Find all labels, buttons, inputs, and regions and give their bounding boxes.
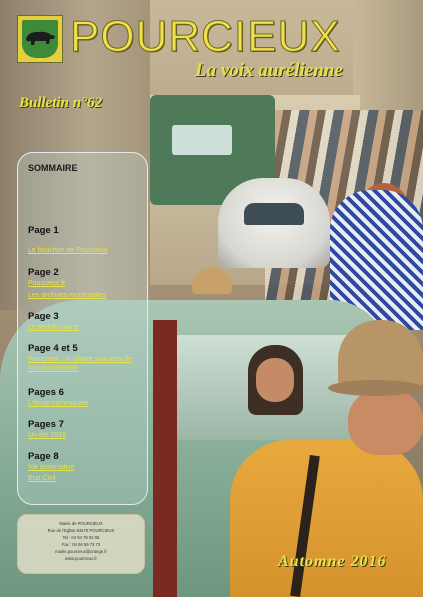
white-car-window — [244, 203, 304, 225]
table-of-contents: SOMMAIRE Page 1 Le bouchon de Pourcieux … — [17, 152, 148, 505]
white-car — [218, 178, 330, 268]
toc-entry: Page 1 Le bouchon de Pourcieux — [28, 225, 146, 255]
toc-page-label: Page 1 — [28, 225, 59, 236]
toc-page-label: Pages 6 — [28, 387, 64, 398]
contact-line: Fax : 04 94 59 73 73 — [61, 542, 101, 547]
toc-entry: Page 4 et 5 Pourcieux, un village soucie… — [28, 343, 146, 373]
toc-page-label: Page 4 et 5 — [28, 343, 78, 354]
toc-link[interactable]: Etat Civil — [28, 474, 146, 483]
toc-entry: Page 3 Le mot du maire — [28, 311, 146, 332]
contact-line: Tel : 04 94 78 02 05 — [62, 535, 100, 540]
man-face — [348, 390, 423, 455]
newsletter-cover: POURCIEUX La voix aurélienne Bulletin n°… — [0, 0, 423, 597]
toc-page-label: Page 3 — [28, 311, 59, 322]
toc-entry: Page 8 Vie associative Etat Civil — [28, 451, 146, 483]
contact-line: Mairie de POURCIEUX — [59, 521, 103, 526]
toc-entry: Pages 6 L'école communale — [28, 387, 146, 408]
toc-link[interactable]: Un été 2016 — [28, 431, 146, 440]
toc-link[interactable]: Le mot du maire — [28, 323, 146, 332]
toc-entry: Page 2 Pourcieux.fr Les archives municip… — [28, 267, 146, 300]
contact-line[interactable]: mairie.pourcieux@orange.fr — [18, 548, 144, 555]
issue-season: Automne 2016 — [278, 553, 387, 570]
truck-window — [172, 125, 232, 155]
toc-page-label: Pages 7 — [28, 419, 64, 430]
toc-link[interactable]: Pourcieux, un village soucieux de l'envi… — [28, 355, 146, 373]
bulletin-number: Bulletin n°62 — [19, 95, 103, 111]
straw-hat — [192, 268, 232, 294]
toc-entry: Pages 7 Un été 2016 — [28, 419, 146, 440]
contact-line[interactable]: www.pourcieux.fr — [18, 555, 144, 562]
toc-link[interactable]: Pourcieux.fr — [28, 279, 146, 288]
toc-title: SOMMAIRE — [28, 163, 78, 173]
driver-face — [256, 358, 294, 402]
village-crest-logo — [17, 15, 63, 63]
toc-page-label: Page 8 — [28, 451, 59, 462]
toc-link[interactable]: L'école communale — [28, 399, 146, 408]
toc-link[interactable]: Vie associative — [28, 463, 146, 472]
man-yellow-shirt — [230, 440, 423, 597]
newsletter-subtitle: La voix aurélienne — [195, 60, 343, 81]
toc-link[interactable]: Les archives municipales — [28, 291, 146, 300]
boar-icon — [26, 31, 55, 45]
mairie-contact-box: Mairie de POURCIEUX Rue de l'Eglise 8347… — [17, 514, 145, 574]
toc-page-label: Page 2 — [28, 267, 59, 278]
toc-link[interactable]: Le bouchon de Pourcieux — [28, 246, 146, 255]
hat-brim — [328, 380, 423, 396]
newsletter-title: POURCIEUX — [70, 12, 341, 62]
red-post — [153, 320, 177, 597]
contact-line: Rue de l'Eglise 83470 POURCIEUX — [47, 528, 115, 533]
